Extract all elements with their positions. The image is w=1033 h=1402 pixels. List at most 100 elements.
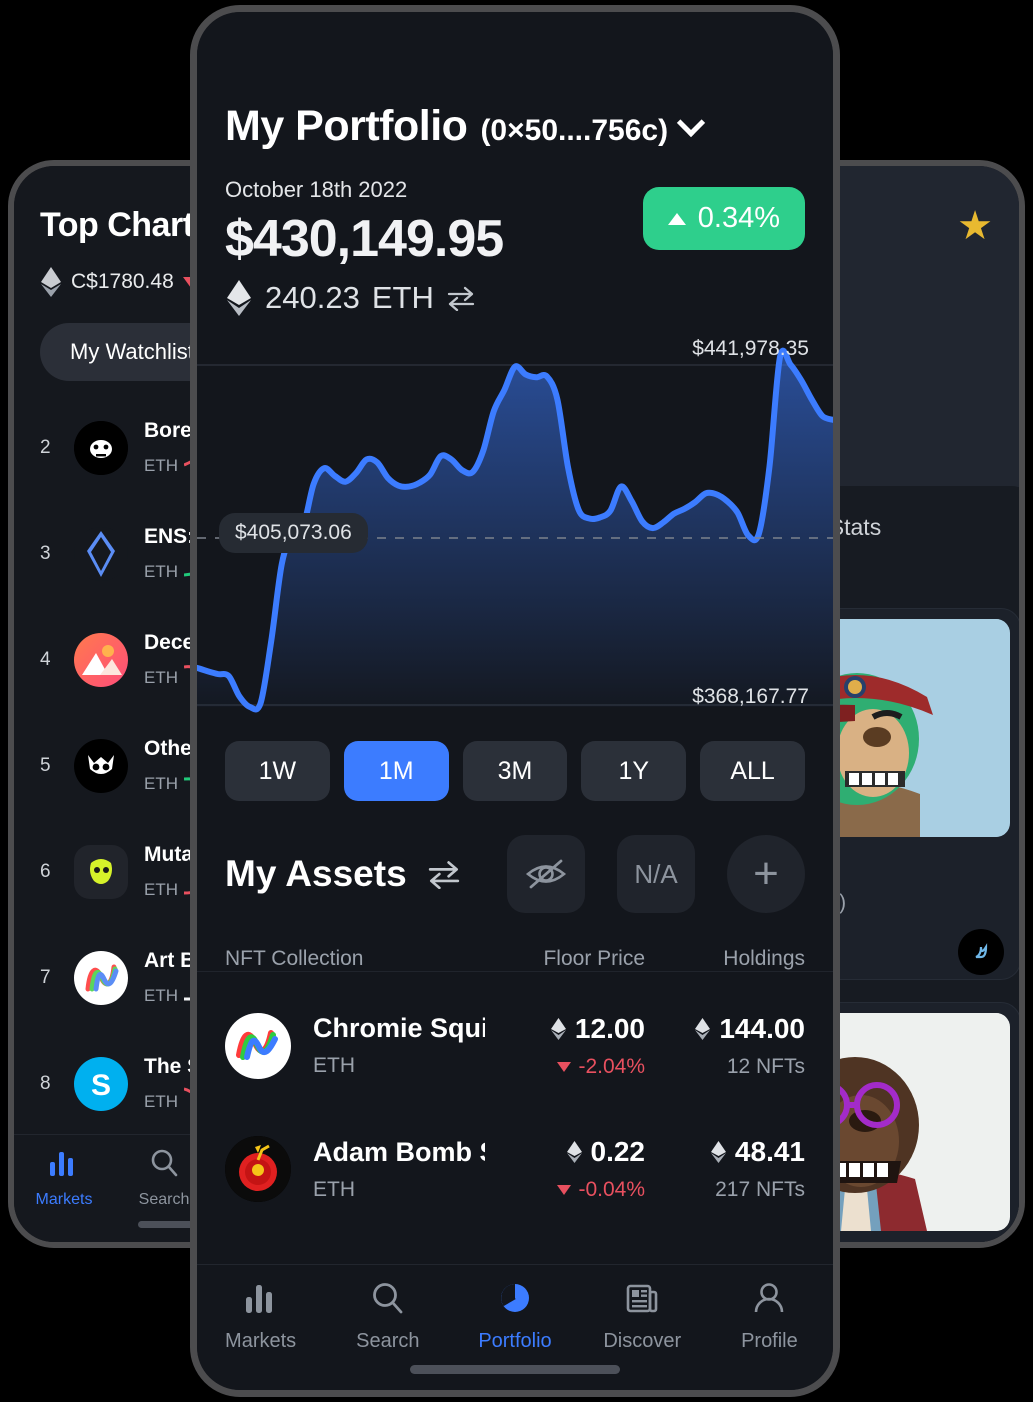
- asset-holdings-cell: 48.41 217 NFTs: [645, 1136, 805, 1202]
- search-icon: [151, 1149, 178, 1177]
- chain-label: ETH: [144, 879, 178, 899]
- ens-icon: [74, 527, 128, 581]
- chromie-squiggle-icon: [225, 1012, 291, 1079]
- wallet-address: (0×50....756c): [480, 114, 669, 147]
- otherdeed-icon: [74, 739, 128, 793]
- portfolio-header: My Portfolio (0×50....756c): [197, 12, 833, 151]
- decentraland-icon: [74, 633, 128, 687]
- my-assets-title: My Assets: [225, 853, 407, 894]
- chain-label: ETH: [144, 561, 178, 581]
- left-eth-price: C$1780.48: [71, 270, 174, 293]
- rank-label: 2: [40, 437, 51, 458]
- asset-floor-value: 0.22: [590, 1136, 646, 1167]
- adam-bomb-squad-icon: [225, 1136, 291, 1202]
- nav-label: Markets: [35, 1191, 93, 1208]
- chart-max-label: $441,978.35: [692, 337, 809, 360]
- swap-arrows-icon[interactable]: [425, 859, 463, 889]
- nav-item-portfolio[interactable]: Portfolio: [451, 1281, 578, 1353]
- rank-label: 3: [40, 543, 51, 564]
- range-all[interactable]: ALL: [700, 741, 805, 801]
- column-holdings: Holdings: [723, 947, 805, 970]
- column-floor-price: Floor Price: [543, 947, 645, 970]
- portfolio-eth-symbol: ETH: [371, 280, 434, 315]
- chain-label: ETH: [144, 667, 178, 687]
- asset-holdings-value: 48.41: [734, 1136, 805, 1167]
- ethereum-icon: [550, 1017, 566, 1040]
- asset-holdings-value: 144.00: [719, 1012, 805, 1044]
- nav-item-profile[interactable]: Profile: [706, 1281, 833, 1353]
- rank-label: 6: [40, 861, 51, 882]
- asset-floor-change: -0.04%: [578, 1178, 645, 1201]
- nav-item-markets[interactable]: Markets: [197, 1281, 324, 1353]
- home-indicator: [410, 1365, 620, 1374]
- pie-chart-icon: [501, 1284, 529, 1312]
- bar-chart-icon: [50, 1152, 73, 1176]
- asset-chain: ETH: [313, 1177, 355, 1201]
- nav-item-search[interactable]: Search: [324, 1281, 451, 1353]
- asset-floor-value: 12.00: [574, 1012, 645, 1044]
- asset-floor-cell: 0.22 -0.04%: [485, 1136, 645, 1202]
- nav-label: Discover: [603, 1330, 682, 1352]
- chain-label: ETH: [144, 455, 178, 475]
- asset-chain: ETH: [313, 1054, 355, 1077]
- my-assets-bar: My Assets N/A +: [197, 801, 833, 913]
- ethereum-icon: [227, 280, 251, 316]
- portfolio-eth-row: 240.23 ETH: [225, 279, 805, 317]
- rank-label: 8: [40, 1073, 51, 1094]
- center-phone-device: My Portfolio (0×50....756c) October 18th…: [190, 5, 840, 1397]
- nav-label: Markets: [225, 1330, 297, 1352]
- nav-item-discover[interactable]: Discover: [579, 1281, 706, 1353]
- portfolio-summary: October 18th 2022 $430,149.95 240.23 ETH: [197, 151, 833, 317]
- chain-label: ETH: [144, 773, 178, 793]
- bored-ape-icon: [74, 421, 128, 475]
- chart-min-label: $368,167.77: [692, 685, 809, 708]
- table-row[interactable]: Chromie Squiggle... ETH 12.00 -2.04%: [197, 971, 833, 1095]
- chain-label: ETH: [144, 985, 178, 1005]
- asset-nft-count: 12 NFTs: [726, 1054, 805, 1078]
- page-title: My Portfolio: [225, 102, 468, 150]
- news-icon: [626, 1284, 658, 1313]
- nav-label: Portfolio: [478, 1330, 552, 1352]
- triangle-down-icon: [557, 1061, 572, 1072]
- nav-item-markets[interactable]: Markets: [14, 1148, 114, 1209]
- chart-range-selector: 1W 1M 3M 1Y ALL: [197, 721, 833, 801]
- search-icon: [372, 1283, 403, 1314]
- asset-name: Adam Bomb Squad: [313, 1136, 485, 1167]
- change-badge: 0.34%: [642, 187, 805, 250]
- rank-label: 7: [40, 967, 51, 988]
- range-3m[interactable]: 3M: [462, 741, 568, 801]
- mutant-ape-icon: [74, 845, 128, 899]
- add-asset-button[interactable]: +: [727, 835, 805, 913]
- nav-label: Search: [356, 1330, 420, 1352]
- column-collection: NFT Collection: [225, 947, 364, 970]
- person-icon: [755, 1283, 784, 1313]
- asset-holdings-cell: 144.00 12 NFTs: [645, 1013, 805, 1079]
- center-phone-screen: My Portfolio (0×50....756c) October 18th…: [197, 12, 833, 1390]
- ethereum-icon: [710, 1141, 726, 1163]
- assets-table-header: NFT Collection Floor Price Holdings: [197, 913, 833, 971]
- portfolio-eth-amount: 240.23: [265, 280, 360, 315]
- star-icon[interactable]: ★: [957, 206, 993, 246]
- asset-floor-change: -2.04%: [578, 1054, 645, 1078]
- chevron-down-icon[interactable]: [676, 108, 706, 138]
- rank-label: 4: [40, 649, 51, 670]
- opensea-icon[interactable]: [958, 929, 1004, 975]
- triangle-up-icon: [667, 212, 686, 225]
- chain-label: ETH: [144, 1091, 178, 1111]
- svg-text:S: S: [91, 1069, 111, 1102]
- screenshot-stage: Top Charts C$1780.48 1.8 My Watchlist: [0, 0, 1033, 1402]
- asset-name: Chromie Squiggle...: [313, 1013, 485, 1043]
- range-1w[interactable]: 1W: [225, 741, 330, 801]
- hide-balances-button[interactable]: [507, 835, 585, 913]
- portfolio-chart[interactable]: $441,978.35 $405,073.06 $368,167.77: [197, 327, 833, 721]
- table-row[interactable]: Adam Bomb Squad ETH 0.22 -0.04%: [197, 1095, 833, 1219]
- range-1m[interactable]: 1M: [343, 741, 449, 801]
- ethereum-icon: [41, 267, 61, 297]
- range-1y[interactable]: 1Y: [581, 741, 687, 801]
- currency-toggle-button[interactable]: N/A: [617, 835, 695, 913]
- asset-nft-count: 217 NFTs: [715, 1178, 805, 1201]
- nav-label: Profile: [741, 1330, 798, 1352]
- chart-current-label: $405,073.06: [219, 513, 368, 553]
- swap-arrows-icon[interactable]: [446, 285, 476, 311]
- sandbox-icon: S: [74, 1057, 128, 1111]
